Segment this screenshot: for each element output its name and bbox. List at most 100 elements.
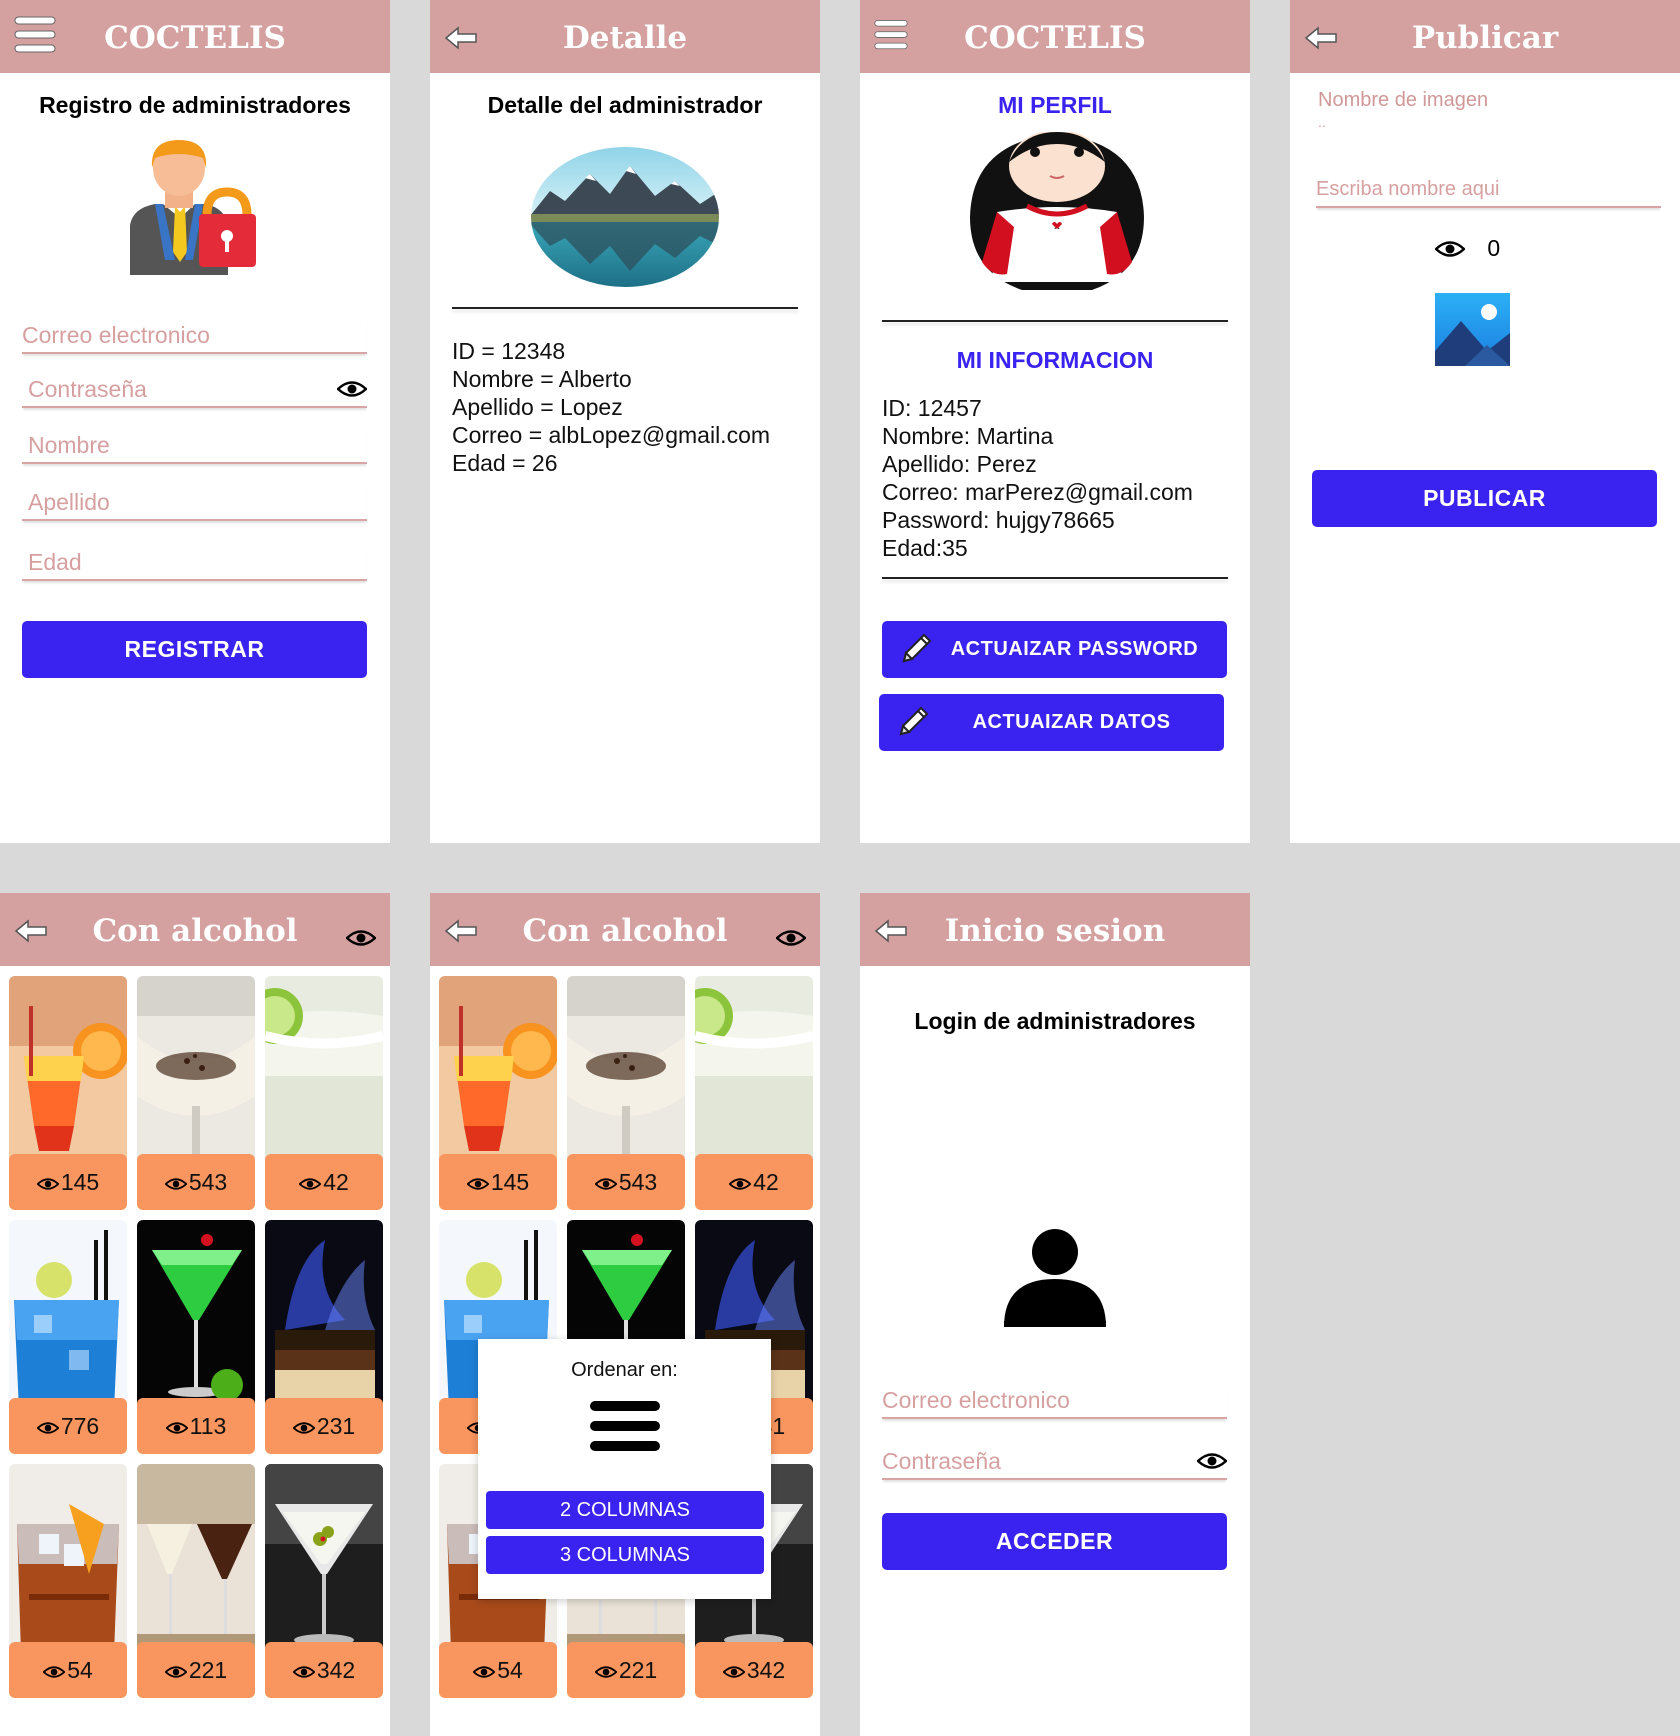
cocktail-card[interactable]: 113 <box>137 1220 255 1454</box>
eye-icon <box>293 1421 315 1435</box>
back-arrow-icon[interactable] <box>444 26 478 50</box>
views-badge: 145 <box>439 1154 557 1210</box>
lastname-field[interactable] <box>22 485 367 521</box>
info-line: Correo: marPerez@gmail.com <box>882 479 1193 505</box>
age-field[interactable] <box>22 545 367 581</box>
back-arrow-icon[interactable] <box>444 919 478 943</box>
back-arrow-icon[interactable] <box>874 919 908 943</box>
back-arrow-icon[interactable] <box>14 919 48 943</box>
email-field[interactable] <box>22 318 367 354</box>
views-badge: 221 <box>137 1642 255 1698</box>
publish-button[interactable]: PUBLICAR <box>1312 470 1657 527</box>
views-badge: 342 <box>265 1642 383 1698</box>
screen-title: Inicio sesion <box>944 913 1166 949</box>
divider <box>882 320 1228 322</box>
lastname-input[interactable] <box>22 485 367 519</box>
page-title: Registro de administradores <box>39 92 351 118</box>
eye-icon <box>595 1665 617 1679</box>
update-password-button[interactable]: ACTUAIZAR PASSWORD <box>882 621 1227 678</box>
cocktail-photo <box>695 976 813 1166</box>
email-input[interactable] <box>22 318 367 352</box>
con-alcohol-sort-screen: Con alcohol 1455434277611323154221342 Or… <box>430 893 820 1736</box>
page-title: Detalle del administrador <box>487 92 763 118</box>
views-badge: 342 <box>695 1642 813 1698</box>
three-columns-option[interactable]: 3 COLUMNAS <box>486 1536 764 1574</box>
cocktail-photo <box>439 976 557 1166</box>
views-count: 231 <box>316 1413 356 1439</box>
views-badge: 54 <box>439 1642 557 1698</box>
image-name-field[interactable] <box>1316 172 1661 208</box>
age-input[interactable] <box>22 545 367 579</box>
detail-line: Correo = albLopez@gmail.com <box>452 422 771 448</box>
views-count: 145 <box>60 1169 100 1195</box>
cocktail-card[interactable]: 543 <box>567 976 685 1210</box>
eye-icon <box>595 1177 617 1191</box>
login-email-field[interactable] <box>882 1383 1227 1419</box>
detail-line: ID = 12348 <box>452 338 566 364</box>
menu-icon[interactable] <box>14 14 56 56</box>
views-count: 342 <box>746 1657 786 1683</box>
cocktail-photo <box>265 976 383 1166</box>
two-columns-option[interactable]: 2 COLUMNAS <box>486 1491 764 1529</box>
cocktail-photo <box>9 1220 127 1410</box>
profile-heading: MI PERFIL <box>998 92 1112 118</box>
views-count: 0 <box>1487 235 1501 262</box>
cocktail-card[interactable]: 342 <box>265 1464 383 1698</box>
info-heading: MI INFORMACION <box>956 347 1154 373</box>
cocktail-card[interactable]: 145 <box>9 976 127 1210</box>
eye-icon <box>473 1665 495 1679</box>
eye-icon <box>723 1665 745 1679</box>
cocktail-card[interactable]: 543 <box>137 976 255 1210</box>
cocktail-photo <box>9 1464 127 1654</box>
show-password-icon[interactable] <box>1197 1452 1227 1470</box>
eye-icon <box>299 1177 321 1191</box>
screen-title: Publicar <box>1411 20 1559 56</box>
name-input[interactable] <box>22 428 367 462</box>
login-password-field[interactable] <box>882 1444 1227 1480</box>
publicar-screen: Publicar Nombre de imagen .. 0 PUBLICAR <box>1290 0 1680 843</box>
app-title: COCTELIS <box>964 20 1146 56</box>
update-password-label: ACTUAIZAR PASSWORD <box>950 638 1199 660</box>
password-input[interactable] <box>22 372 367 406</box>
eye-icon <box>165 1665 187 1679</box>
eye-icon <box>37 1421 59 1435</box>
con-alcohol-topbar: Con alcohol <box>0 893 390 966</box>
cocktail-card[interactable]: 221 <box>137 1464 255 1698</box>
cocktail-card[interactable]: 231 <box>265 1220 383 1454</box>
image-name-input[interactable] <box>1316 172 1661 206</box>
update-data-button[interactable]: ACTUAIZAR DATOS <box>879 694 1224 751</box>
password-field[interactable] <box>22 372 367 408</box>
views-badge: 145 <box>9 1154 127 1210</box>
cocktail-card[interactable]: 54 <box>9 1464 127 1698</box>
detail-line: Apellido = Lopez <box>452 394 623 420</box>
perfil-topbar: COCTELIS <box>860 0 1250 73</box>
admin-lock-icon <box>130 140 256 275</box>
views-badge: 54 <box>9 1642 127 1698</box>
pencil-icon <box>893 702 933 742</box>
eye-icon <box>37 1177 59 1191</box>
name-field[interactable] <box>22 428 367 464</box>
detalle-screen: Detalle Detalle del administrador ID = 1… <box>430 0 820 843</box>
show-password-icon[interactable] <box>337 380 367 398</box>
login-email-input[interactable] <box>882 1383 1227 1417</box>
back-arrow-icon[interactable] <box>1304 26 1338 50</box>
cocktail-card[interactable]: 42 <box>265 976 383 1210</box>
views-badge: 231 <box>265 1398 383 1454</box>
views-badge: 221 <box>567 1642 685 1698</box>
cocktail-photo <box>137 1464 255 1654</box>
login-password-input[interactable] <box>882 1444 1227 1478</box>
eye-icon <box>166 1421 188 1435</box>
eye-icon <box>293 1665 315 1679</box>
cocktail-card[interactable]: 776 <box>9 1220 127 1454</box>
cocktail-card[interactable]: 42 <box>695 976 813 1210</box>
menu-icon[interactable] <box>874 18 908 52</box>
views-badge: 543 <box>567 1154 685 1210</box>
views-row: 0 <box>1435 234 1500 264</box>
cocktail-card[interactable]: 145 <box>439 976 557 1210</box>
view-options-eye-icon[interactable] <box>346 929 376 947</box>
image-placeholder-icon[interactable] <box>1435 293 1510 366</box>
view-options-eye-icon[interactable] <box>776 929 806 947</box>
register-button[interactable]: REGISTRAR <box>22 621 367 678</box>
login-button[interactable]: ACCEDER <box>882 1513 1227 1570</box>
detail-line: Nombre = Alberto <box>452 366 632 392</box>
